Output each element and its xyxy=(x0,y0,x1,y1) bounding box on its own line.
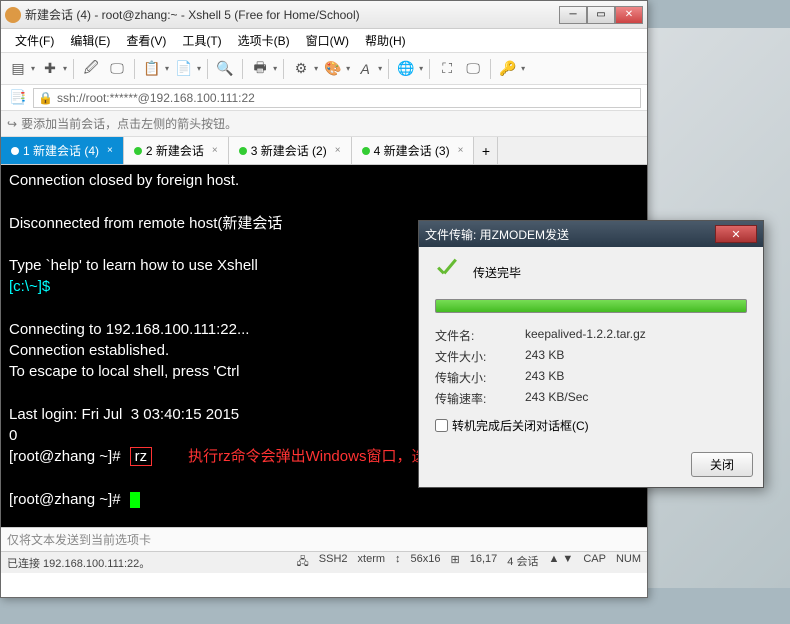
reconnect-icon[interactable]: 🖉 xyxy=(80,58,102,80)
open-icon[interactable]: ✚ xyxy=(39,58,61,80)
dialog-titlebar: 文件传输: 用ZMODEM发送 ✕ xyxy=(419,221,763,247)
addressbar: 📑 🔒 ssh://root:******@192.168.100.111:22 xyxy=(1,85,647,111)
copy-icon[interactable]: 📋 xyxy=(141,58,163,80)
tab-session-1[interactable]: 1 新建会话 (4) × xyxy=(1,137,124,164)
status-dot-icon xyxy=(11,147,19,155)
status-term: xterm xyxy=(358,553,386,572)
new-session-icon[interactable]: ▤ xyxy=(7,58,29,80)
address-text: ssh://root:******@192.168.100.111:22 xyxy=(57,91,255,105)
tabbar: 1 新建会话 (4) × 2 新建会话 × 3 新建会话 (2) × 4 新建会… xyxy=(1,137,647,165)
toolbar: ▤▾ ✚▾ 🖉 🖵 📋▾ 📄▾ 🔍 🖶▾ ⚙▾ 🎨▾ A▾ 🌐▾ ⛶ 🖵 🔑▾ xyxy=(1,53,647,85)
cursor xyxy=(130,492,140,508)
minimize-button[interactable]: ─ xyxy=(559,6,587,24)
print-icon[interactable]: 🖶 xyxy=(249,58,271,80)
status-dot-icon xyxy=(239,147,247,155)
dialog-close-btn[interactable]: 关闭 xyxy=(691,452,753,477)
tab-close-icon[interactable]: × xyxy=(335,145,341,156)
statusbar: 已连接 192.168.100.111:22。 🖧SSH2 xterm ↕56x… xyxy=(1,551,647,573)
status-cap: CAP xyxy=(583,553,606,572)
key-icon[interactable]: 🔑 xyxy=(497,58,519,80)
tip-text: 要添加当前会话，点击左侧的箭头按钮。 xyxy=(21,115,237,132)
globe-icon[interactable]: 🌐 xyxy=(395,58,417,80)
disconnect-icon[interactable]: 🖵 xyxy=(106,58,128,80)
status-dot-icon xyxy=(362,147,370,155)
tipbar: ↪ 要添加当前会话，点击左侧的箭头按钮。 xyxy=(1,111,647,137)
tip-arrow-icon[interactable]: ↪ xyxy=(7,117,17,131)
menu-edit[interactable]: 编辑(E) xyxy=(62,30,118,51)
transfer-status: 传送完毕 xyxy=(473,264,521,281)
status-size: 56x16 xyxy=(411,553,441,572)
filename-value: keepalived-1.2.2.tar.gz xyxy=(525,327,646,344)
menu-view[interactable]: 查看(V) xyxy=(118,30,174,51)
tab-close-icon[interactable]: × xyxy=(107,145,113,156)
titlebar: 新建会话 (4) - root@zhang:~ - Xshell 5 (Free… xyxy=(1,1,647,29)
menubar: 文件(F) 编辑(E) 查看(V) 工具(T) 选项卡(B) 窗口(W) 帮助(… xyxy=(1,29,647,53)
properties-icon[interactable]: ⚙ xyxy=(290,58,312,80)
tab-add-button[interactable]: + xyxy=(474,137,498,164)
tab-session-2[interactable]: 2 新建会话 × xyxy=(124,137,229,164)
close-after-checkbox[interactable] xyxy=(435,419,448,432)
menu-window[interactable]: 窗口(W) xyxy=(298,30,357,51)
menu-tab[interactable]: 选项卡(B) xyxy=(230,30,298,51)
tab-close-icon[interactable]: × xyxy=(212,145,218,156)
lock-small-icon: 🔒 xyxy=(38,91,53,105)
dialog-close-button[interactable]: ✕ xyxy=(715,225,757,243)
address-input[interactable]: 🔒 ssh://root:******@192.168.100.111:22 xyxy=(33,88,641,108)
xfersize-value: 243 KB xyxy=(525,369,564,386)
bookmark-icon[interactable]: 📑 xyxy=(7,87,29,109)
fullscreen-icon[interactable]: ⛶ xyxy=(436,58,458,80)
check-icon xyxy=(435,261,463,283)
status-num: NUM xyxy=(616,553,641,572)
rate-value: 243 KB/Sec xyxy=(525,390,588,407)
paste-icon[interactable]: 📄 xyxy=(173,58,195,80)
status-ssh: SSH2 xyxy=(319,553,348,572)
close-button[interactable]: ✕ xyxy=(615,6,643,24)
color-icon[interactable]: 🎨 xyxy=(322,58,344,80)
status-sessions: 4 会话 xyxy=(507,553,538,572)
maximize-button[interactable]: ▭ xyxy=(587,6,615,24)
progress-bar xyxy=(435,299,747,313)
dialog-title: 文件传输: 用ZMODEM发送 xyxy=(425,226,715,243)
find-icon[interactable]: 🔍 xyxy=(214,58,236,80)
font-icon[interactable]: A xyxy=(354,58,376,80)
menu-file[interactable]: 文件(F) xyxy=(7,30,62,51)
tab-close-icon[interactable]: × xyxy=(458,145,464,156)
filesize-value: 243 KB xyxy=(525,348,564,365)
tab-session-3[interactable]: 3 新建会话 (2) × xyxy=(229,137,352,164)
status-connection: 已连接 192.168.100.111:22。 xyxy=(7,555,150,571)
window-title: 新建会话 (4) - root@zhang:~ - Xshell 5 (Free… xyxy=(25,6,559,23)
lock-icon[interactable]: 🖵 xyxy=(462,58,484,80)
input-hint-bar[interactable]: 仅将文本发送到当前选项卡 xyxy=(1,527,647,551)
tab-session-4[interactable]: 4 新建会话 (3) × xyxy=(352,137,475,164)
app-icon xyxy=(5,7,21,23)
file-transfer-dialog: 文件传输: 用ZMODEM发送 ✕ 传送完毕 文件名:keepalived-1.… xyxy=(418,220,764,488)
menu-help[interactable]: 帮助(H) xyxy=(357,30,414,51)
status-dot-icon xyxy=(134,147,142,155)
status-pos: 16,17 xyxy=(470,553,498,572)
menu-tools[interactable]: 工具(T) xyxy=(174,30,229,51)
